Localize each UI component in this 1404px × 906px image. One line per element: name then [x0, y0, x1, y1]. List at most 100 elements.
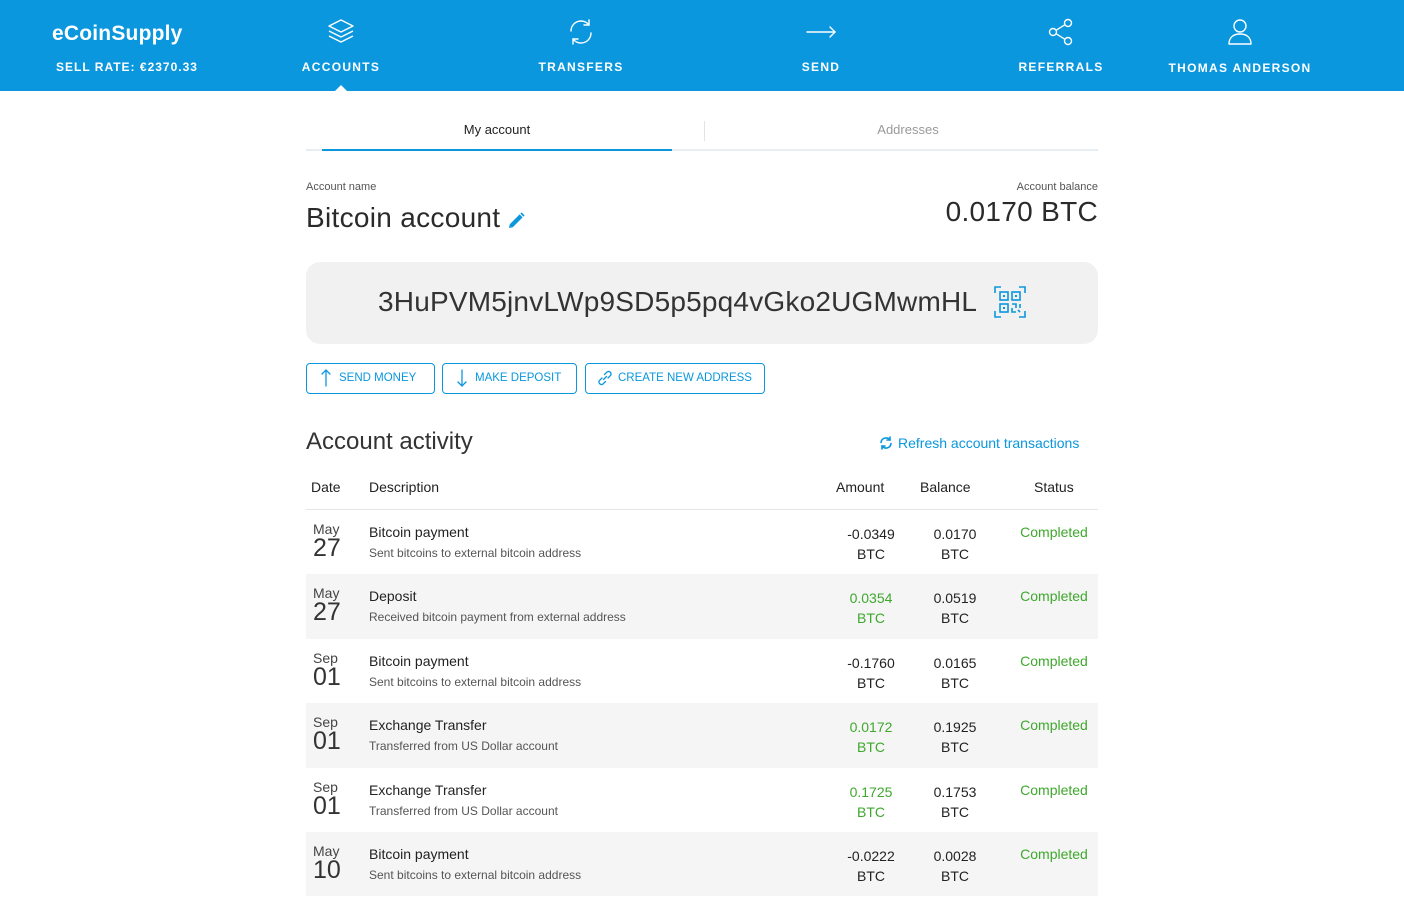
tab-addresses[interactable]: Addresses [716, 115, 1100, 149]
row-amount: 0.1725 BTC [826, 782, 916, 822]
row-balance-unit: BTC [941, 674, 969, 691]
row-status: Completed [1020, 652, 1088, 669]
account-tabs: My account Addresses [306, 115, 1098, 151]
nav-user-label: THOMAS ANDERSON [1168, 61, 1312, 75]
account-name: Bitcoin account [306, 202, 501, 233]
row-balance: 0.0170 BTC [910, 524, 1000, 564]
row-subtitle: Received bitcoin payment from external a… [369, 610, 626, 625]
row-balance-unit: BTC [941, 803, 969, 820]
create-new-address-button[interactable]: CREATE NEW ADDRESS [585, 363, 765, 394]
row-day: 01 [313, 727, 341, 756]
row-amount-unit: BTC [857, 674, 885, 691]
table-row[interactable]: Sep 01 Bitcoin payment Sent bitcoins to … [306, 639, 1098, 703]
row-balance-unit: BTC [941, 739, 969, 756]
row-balance: 0.1753 BTC [910, 782, 1000, 822]
row-amount: -0.0349 BTC [826, 524, 916, 564]
row-amount-value: -0.0349 [847, 526, 895, 542]
bitcoin-address[interactable]: 3HuPVM5jnvLWp9SD5p5pq4vGko2UGMwmHL [378, 286, 977, 318]
send-money-button[interactable]: SEND MONEY [306, 363, 435, 394]
row-amount-unit: BTC [857, 610, 885, 627]
row-amount: 0.0354 BTC [826, 588, 916, 628]
bitcoin-address-box: 3HuPVM5jnvLWp9SD5p5pq4vGko2UGMwmHL [306, 262, 1098, 344]
refresh-transactions-label: Refresh account transactions [898, 435, 1080, 451]
column-header-description: Description [369, 479, 440, 495]
row-title: Exchange Transfer [369, 717, 487, 734]
row-status: Completed [1020, 845, 1088, 862]
brand-logo[interactable]: eCoinSupply [52, 22, 183, 46]
row-title: Bitcoin payment [369, 524, 469, 540]
row-amount-unit: BTC [857, 867, 885, 884]
refresh-small-icon [880, 436, 892, 450]
activity-table-header: Date Description Amount Balance Status [306, 468, 1098, 510]
link-icon [598, 370, 612, 386]
table-row[interactable]: May 27 Bitcoin payment Sent bitcoins to … [306, 510, 1098, 574]
column-header-date: Date [311, 479, 341, 495]
row-title: Bitcoin payment [369, 845, 469, 862]
account-balance-label: Account balance [1016, 181, 1098, 193]
row-balance: 0.0028 BTC [910, 846, 1000, 886]
tab-my-account[interactable]: My account [322, 115, 672, 151]
qr-code-icon[interactable] [994, 286, 1026, 318]
nav-referrals[interactable]: REFERRALS [966, 0, 1156, 91]
row-amount: -0.1760 BTC [826, 653, 916, 693]
row-subtitle: Sent bitcoins to external bitcoin addres… [369, 674, 582, 689]
row-balance-unit: BTC [941, 546, 969, 562]
nav-send[interactable]: SEND [726, 0, 916, 91]
row-amount-value: 0.1725 [849, 783, 893, 800]
layers-icon [328, 19, 354, 43]
table-row[interactable]: May 10 Bitcoin payment Sent bitcoins to … [306, 831, 1098, 897]
row-balance-value: 0.1925 [933, 719, 977, 736]
row-day: 10 [313, 855, 341, 884]
activity-title: Account activity [306, 428, 473, 455]
row-amount-unit: BTC [857, 546, 885, 562]
row-title: Deposit [369, 588, 417, 605]
row-balance: 0.1925 BTC [910, 717, 1000, 757]
arrow-down-icon [457, 369, 467, 387]
row-amount: 0.0172 BTC [826, 717, 916, 757]
nav-transfers-label: TRANSFERS [538, 60, 624, 74]
refresh-transactions-link[interactable]: Refresh account transactions [879, 435, 1079, 451]
top-navigation-bar: eCoinSupply SELL RATE: €2370.33 ACCOUNTS… [0, 0, 1404, 92]
pencil-icon[interactable] [506, 211, 526, 231]
row-balance-value: 0.0028 [933, 847, 977, 864]
row-title: Bitcoin payment [369, 652, 469, 669]
user-icon [1228, 19, 1252, 45]
sell-rate: SELL RATE: €2370.33 [56, 60, 198, 74]
send-money-label: SEND MONEY [339, 372, 417, 384]
table-row[interactable]: Sep 01 Exchange Transfer Transferred fro… [306, 768, 1098, 832]
row-day: 01 [313, 791, 341, 820]
row-balance-unit: BTC [941, 867, 969, 884]
column-header-balance: Balance [920, 479, 971, 495]
row-amount-value: 0.0172 [849, 719, 893, 736]
row-status: Completed [1020, 588, 1088, 605]
make-deposit-button[interactable]: MAKE DEPOSIT [442, 363, 577, 394]
account-name-label: Account name [306, 181, 377, 193]
row-balance: 0.0519 BTC [910, 588, 1000, 628]
row-status: Completed [1020, 781, 1088, 798]
row-amount-value: 0.0354 [849, 590, 893, 607]
create-new-address-label: CREATE NEW ADDRESS [618, 372, 752, 384]
row-status: Completed [1020, 717, 1088, 734]
row-balance-value: 0.0170 [933, 526, 977, 542]
row-amount-value: -0.1760 [847, 654, 895, 671]
row-balance-value: 0.1753 [933, 783, 977, 800]
nav-transfers[interactable]: TRANSFERS [486, 0, 676, 91]
share-icon [1048, 18, 1073, 46]
row-subtitle: Sent bitcoins to external bitcoin addres… [369, 546, 582, 560]
row-balance-unit: BTC [941, 610, 969, 627]
refresh-icon [570, 19, 592, 45]
row-subtitle: Sent bitcoins to external bitcoin addres… [369, 867, 582, 882]
row-day: 27 [313, 598, 341, 627]
row-subtitle: Transferred from US Dollar account [369, 803, 558, 818]
table-row[interactable]: Sep 01 Exchange Transfer Transferred fro… [306, 703, 1098, 768]
row-balance: 0.0165 BTC [910, 653, 1000, 693]
row-amount-value: -0.0222 [847, 847, 895, 864]
activity-table-body: May 27 Bitcoin payment Sent bitcoins to … [306, 510, 1098, 897]
nav-accounts[interactable]: ACCOUNTS [246, 0, 436, 92]
row-title: Exchange Transfer [369, 781, 487, 798]
row-balance-value: 0.0165 [933, 654, 977, 671]
nav-send-label: SEND [801, 60, 841, 74]
table-row[interactable]: May 27 Deposit Received bitcoin payment … [306, 574, 1098, 639]
nav-user-profile[interactable]: THOMAS ANDERSON [1145, 0, 1335, 91]
nav-accounts-label: ACCOUNTS [301, 60, 381, 74]
